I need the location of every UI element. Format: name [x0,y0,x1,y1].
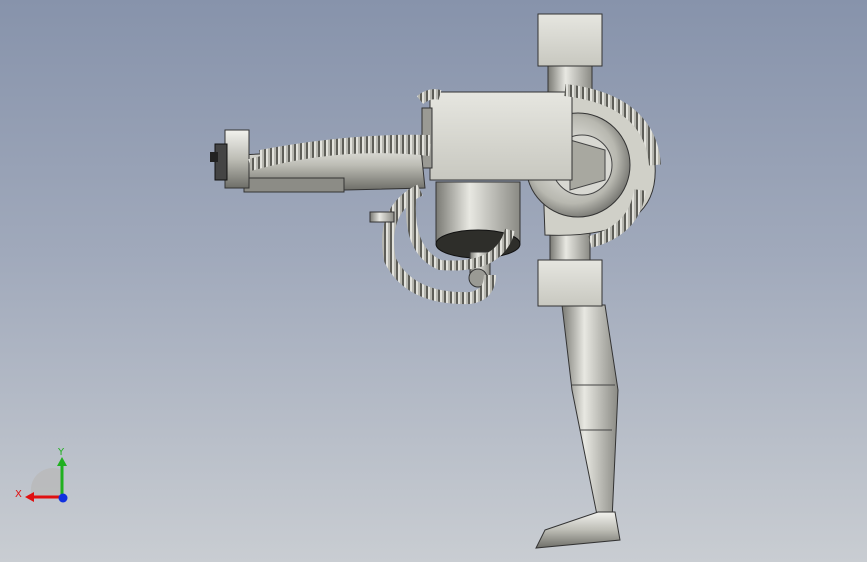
triad-plane-icon [30,468,62,497]
x-arrow-head-icon [25,492,34,502]
y-arrow-head-icon [57,457,67,466]
x-axis-label: X [15,489,22,500]
y-axis-label: Y [57,447,65,458]
graphics-viewport[interactable]: Y X [0,0,867,562]
z-axis-dot-icon [58,493,68,503]
coordinate-triad: Y X [15,447,68,503]
